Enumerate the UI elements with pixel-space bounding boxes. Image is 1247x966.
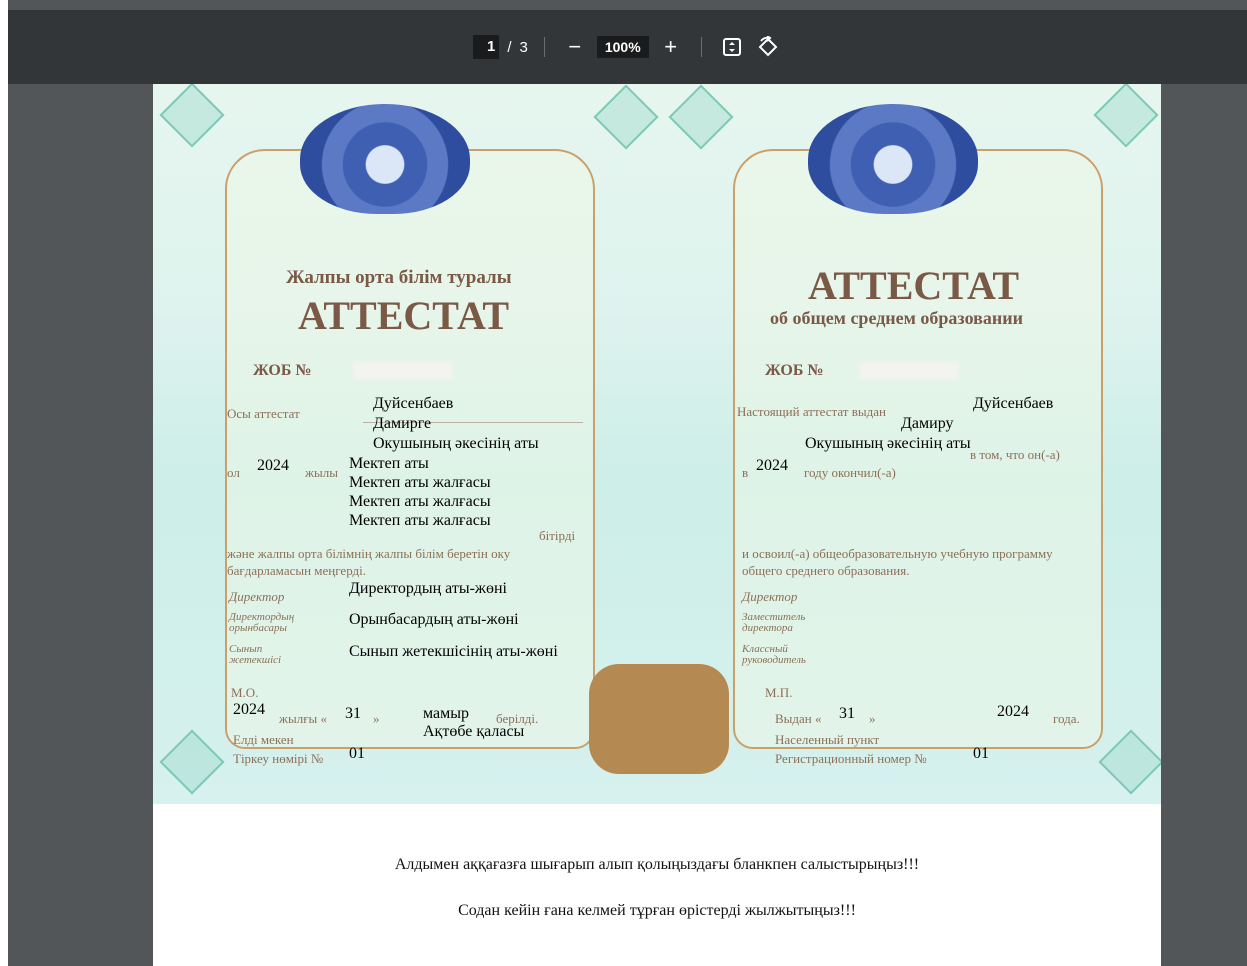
left-year-label-post: жылы	[305, 465, 338, 480]
right-program-1: и освоил(-а) общеобразовательную учебную…	[742, 546, 1053, 561]
right-mp: М.П.	[765, 685, 793, 700]
page-navigation: 1 / 3	[473, 35, 528, 59]
right-year-label-pre: в	[742, 465, 749, 480]
zoom-in-button[interactable]: +	[657, 33, 685, 61]
view-controls	[718, 33, 782, 61]
zoom-out-button[interactable]: −	[561, 33, 589, 61]
ornament-diamond-icon	[159, 84, 225, 148]
toolbar-divider	[700, 37, 702, 57]
right-surname: Дуйсенбаев	[973, 395, 1054, 412]
zoom-controls: − 100% +	[561, 33, 685, 61]
left-school-1: Мектеп аты	[349, 455, 429, 472]
instruction-line-1: Алдымен аққағазға шығарып алып қолыңызда…	[394, 856, 920, 873]
rotate-button[interactable]	[754, 33, 782, 61]
ornament-diamond-icon	[1093, 84, 1159, 148]
left-class-label-2: жетекшісі	[229, 654, 282, 666]
gold-ornament	[589, 664, 729, 774]
window-edge	[0, 0, 8, 966]
fit-page-button[interactable]	[718, 33, 746, 61]
ornament-diamond-icon	[1098, 729, 1161, 795]
right-patronymic: Окушының әкесінің аты	[805, 435, 971, 452]
ornament-diamond-icon	[668, 84, 734, 150]
certificate-image: Жалпы орта білім туралы АТТЕСТАТ ЖОБ № О…	[153, 84, 1161, 804]
right-year-label-post: году окончил(-а)	[804, 465, 896, 480]
right-in-that: в том, что он(-а)	[970, 447, 1060, 462]
left-deputy-label-2: орынбасары	[229, 622, 287, 634]
page-number-input[interactable]: 1	[473, 35, 500, 59]
right-year-word: года.	[1053, 711, 1080, 726]
left-number-label: ЖОБ №	[253, 362, 312, 379]
state-emblem-icon	[808, 104, 978, 214]
state-emblem-icon	[300, 104, 470, 214]
right-issue-year: 2024	[997, 703, 1029, 720]
left-issue-day: 31	[345, 705, 361, 722]
left-subtitle: Жалпы орта білім туралы	[286, 267, 512, 288]
right-title: АТТЕСТАТ	[808, 263, 1020, 308]
pdf-page: Жалпы орта білім туралы АТТЕСТАТ ЖОБ № О…	[153, 84, 1161, 966]
right-subtitle: об общем среднем образовании	[770, 308, 1023, 328]
instruction-line-2: Содан кейін ғана келмей тұрған өрістерді…	[458, 902, 856, 919]
left-school-3: Мектеп аты жалғасы	[349, 493, 491, 510]
left-class-name: Сынып жетекшісінің аты-жөні	[349, 643, 558, 660]
left-program-1: және жалпы орта білімнің жалпы білім бер…	[227, 546, 511, 561]
redacted-number	[353, 362, 453, 380]
right-issue-day: 31	[839, 705, 855, 722]
left-director-name: Директордың аты-жөні	[349, 580, 507, 597]
redacted-number	[859, 362, 959, 380]
page-separator: /	[507, 38, 512, 56]
right-reg-label: Регистрационный номер №	[775, 751, 927, 766]
right-program-2: общего среднего образования.	[742, 563, 910, 578]
right-issued-label-2: Выдан «	[775, 711, 822, 726]
left-reg-number: 01	[349, 745, 365, 762]
right-year: 2024	[756, 457, 788, 474]
left-school-4: Мектеп аты жалғасы	[349, 512, 491, 529]
left-school-2: Мектеп аты жалғасы	[349, 474, 491, 491]
ornament-diamond-icon	[593, 84, 659, 150]
left-year: 2024	[257, 457, 289, 474]
fit-page-icon	[722, 38, 741, 56]
right-reg-number: 01	[973, 745, 989, 762]
pdf-toolbar: 1 / 3 − 100% +	[8, 10, 1247, 84]
left-surname: Дуйсенбаев	[373, 395, 454, 412]
zoom-level-input[interactable]: 100%	[596, 36, 649, 58]
left-issued-label: Осы аттестат	[227, 406, 300, 421]
right-number-label: ЖОБ №	[765, 362, 824, 379]
left-program-2: бағдарламасын меңгерді.	[227, 563, 366, 578]
toolbar-divider	[543, 37, 545, 57]
right-director-label: Директор	[742, 589, 798, 604]
left-mo: М.О.	[231, 685, 259, 700]
right-issue-day-close: »	[869, 711, 876, 726]
left-reg-label: Тіркеу нөмірі №	[233, 751, 324, 766]
left-bitirdi: бітірді	[539, 528, 576, 543]
right-locality-label: Населенный пункт	[775, 732, 880, 747]
left-name: Дамирге	[373, 415, 432, 432]
left-issue-year: 2024	[233, 701, 265, 718]
left-title: АТТЕСТАТ	[298, 293, 510, 338]
right-name: Дамиру	[901, 415, 954, 432]
left-issue-month: мамыр	[423, 705, 469, 722]
left-director-label: Директор	[229, 589, 285, 604]
rotate-icon	[758, 36, 778, 57]
right-class-label-2: руководитель	[742, 654, 806, 666]
ornament-diamond-icon	[159, 729, 225, 795]
left-year-label-pre: ол	[227, 465, 240, 480]
page-total: 3	[519, 38, 528, 56]
left-locality-label: Елді мекен	[233, 732, 294, 747]
left-deputy-name: Орынбасардың аты-жөні	[349, 611, 519, 628]
left-locality: Ақтөбе қаласы	[423, 723, 525, 740]
left-issue-year-label: жылғы «	[279, 711, 328, 726]
pdf-viewer: 1 / 3 − 100% + Жалпы орта білім туралы А…	[0, 0, 1247, 966]
right-deputy-label-2: директора	[742, 622, 793, 634]
right-issued-label: Настоящий аттестат выдан	[737, 404, 886, 419]
left-issue-day-close: »	[373, 711, 380, 726]
left-patronymic: Окушының әкесінің аты	[373, 435, 539, 452]
